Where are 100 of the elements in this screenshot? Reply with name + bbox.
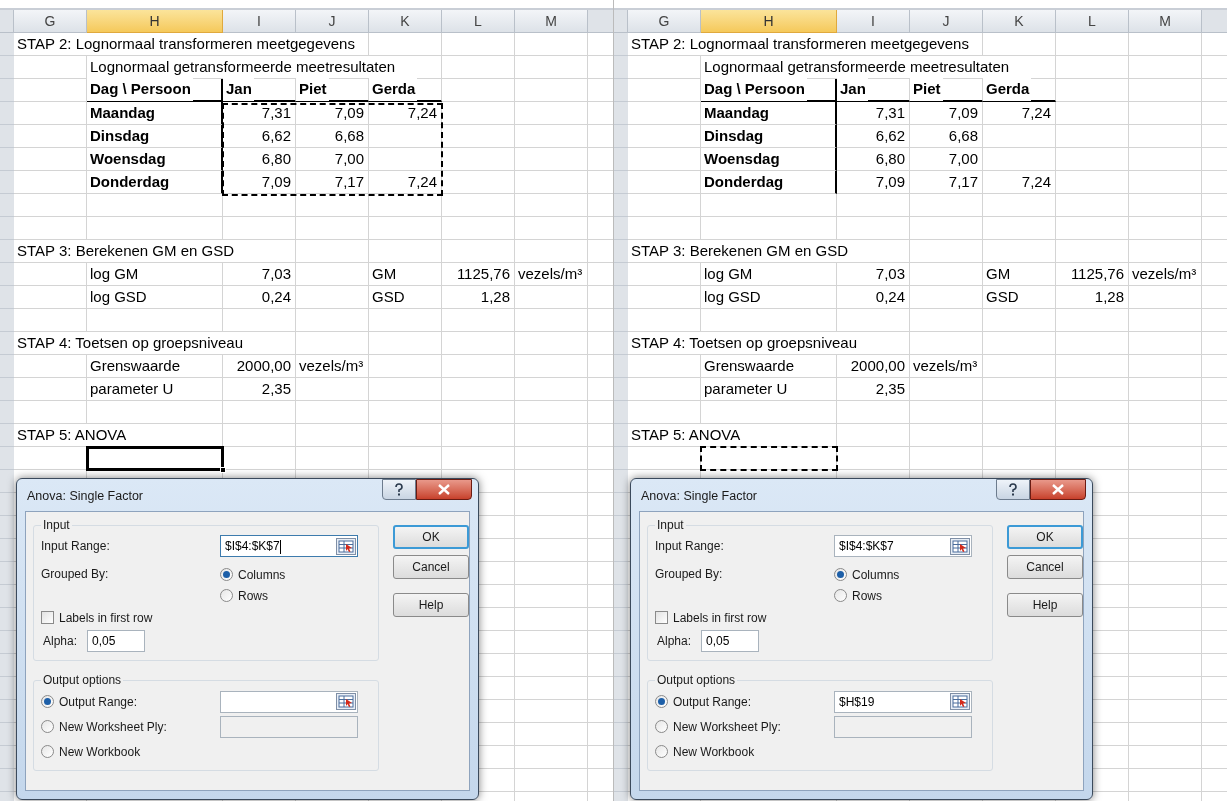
row-header[interactable] (0, 562, 14, 585)
row-header[interactable] (614, 309, 628, 332)
column-header[interactable]: L (442, 10, 515, 33)
row-header[interactable] (614, 677, 628, 700)
row-header[interactable] (614, 194, 628, 217)
row-header[interactable] (614, 378, 628, 401)
row-header[interactable] (614, 79, 628, 102)
row-header[interactable] (0, 608, 14, 631)
radio-button[interactable] (834, 568, 847, 581)
row-header[interactable] (0, 355, 14, 378)
row-header[interactable] (614, 33, 628, 56)
row-header[interactable] (0, 424, 14, 447)
row-header[interactable] (0, 401, 14, 424)
row-header[interactable] (0, 631, 14, 654)
row-header[interactable] (614, 746, 628, 769)
row-header[interactable] (614, 700, 628, 723)
input-field[interactable]: $H$19 (834, 690, 972, 713)
row-header[interactable] (0, 470, 14, 493)
row-header[interactable] (0, 263, 14, 286)
radio-button[interactable] (834, 589, 847, 602)
radio-button[interactable] (655, 695, 668, 708)
row-header[interactable] (0, 309, 14, 332)
row-header[interactable] (0, 79, 14, 102)
column-header[interactable]: L (1056, 10, 1129, 33)
column-header[interactable]: I (223, 10, 296, 33)
radio-button[interactable] (41, 720, 54, 733)
row-header[interactable] (0, 286, 14, 309)
input-field[interactable]: $I$4:$K$7 (834, 535, 972, 557)
close-icon[interactable] (416, 479, 472, 500)
radio-button[interactable] (220, 568, 233, 581)
row-header[interactable] (0, 493, 14, 516)
column-header[interactable]: H (87, 10, 223, 33)
row-header[interactable] (614, 171, 628, 194)
help-icon[interactable] (382, 479, 416, 500)
row-header[interactable] (0, 516, 14, 539)
row-header[interactable] (614, 332, 628, 355)
row-header[interactable] (614, 585, 628, 608)
row-header[interactable] (0, 148, 14, 171)
row-header[interactable] (614, 516, 628, 539)
radio-button[interactable] (655, 745, 668, 758)
row-header[interactable] (0, 654, 14, 677)
row-header[interactable] (0, 56, 14, 79)
row-header[interactable] (0, 217, 14, 240)
row-header[interactable] (614, 723, 628, 746)
input-field[interactable]: 0,05 (87, 630, 146, 652)
dialog-button[interactable]: Help (393, 593, 469, 617)
radio-button[interactable] (220, 589, 233, 602)
checkbox[interactable] (655, 611, 668, 624)
dialog-button[interactable]: Cancel (1007, 555, 1083, 579)
dialog-button[interactable]: OK (1007, 525, 1083, 549)
dialog-button[interactable]: Cancel (393, 555, 469, 579)
row-header[interactable] (614, 654, 628, 677)
input-field[interactable]: $I$4:$K$7 (220, 535, 358, 557)
checkbox[interactable] (41, 611, 54, 624)
corner-header[interactable] (614, 10, 628, 33)
radio-button[interactable] (41, 695, 54, 708)
row-header[interactable] (0, 332, 14, 355)
column-header[interactable]: K (369, 10, 442, 33)
row-header[interactable] (0, 102, 14, 125)
row-header[interactable] (0, 700, 14, 723)
selected-cell[interactable] (86, 446, 224, 471)
row-header[interactable] (614, 424, 628, 447)
radio-button[interactable] (655, 720, 668, 733)
row-header[interactable] (0, 194, 14, 217)
row-header[interactable] (614, 493, 628, 516)
column-header[interactable]: I (837, 10, 910, 33)
corner-header[interactable] (0, 10, 14, 33)
row-header[interactable] (614, 217, 628, 240)
column-header[interactable]: J (296, 10, 369, 33)
row-header[interactable] (614, 470, 628, 493)
row-header[interactable] (614, 240, 628, 263)
row-header[interactable] (614, 125, 628, 148)
selected-cell[interactable] (700, 446, 838, 471)
help-icon[interactable] (996, 479, 1030, 500)
column-header[interactable]: K (983, 10, 1056, 33)
column-header[interactable]: G (628, 10, 701, 33)
row-header[interactable] (0, 723, 14, 746)
row-header[interactable] (0, 746, 14, 769)
column-header[interactable]: G (14, 10, 87, 33)
row-header[interactable] (0, 447, 14, 470)
dialog-button[interactable]: Help (1007, 593, 1083, 617)
row-header[interactable] (0, 769, 14, 792)
input-field[interactable] (220, 690, 358, 713)
row-header[interactable] (614, 56, 628, 79)
row-header[interactable] (614, 539, 628, 562)
row-header[interactable] (0, 33, 14, 56)
range-picker-icon[interactable] (336, 693, 356, 710)
input-field[interactable]: 0,05 (701, 630, 760, 652)
range-picker-icon[interactable] (950, 537, 970, 555)
row-header[interactable] (0, 240, 14, 263)
row-header[interactable] (614, 608, 628, 631)
range-picker-icon[interactable] (336, 537, 356, 555)
radio-button[interactable] (41, 745, 54, 758)
row-header[interactable] (614, 562, 628, 585)
row-header[interactable] (0, 539, 14, 562)
row-header[interactable] (0, 171, 14, 194)
column-header[interactable]: M (1129, 10, 1202, 33)
row-header[interactable] (614, 286, 628, 309)
row-header[interactable] (614, 631, 628, 654)
row-header[interactable] (614, 263, 628, 286)
